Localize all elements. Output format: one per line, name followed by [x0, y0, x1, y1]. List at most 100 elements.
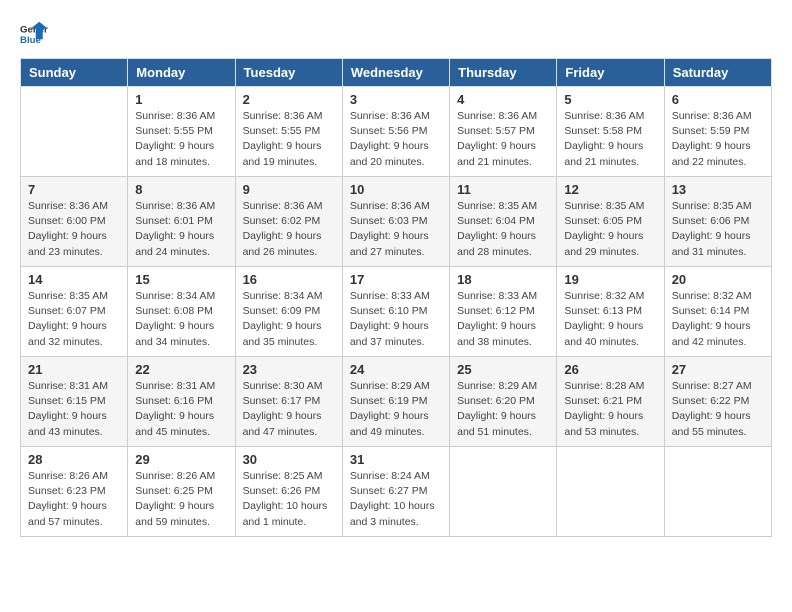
- day-info: Sunrise: 8:35 AM Sunset: 6:04 PM Dayligh…: [457, 199, 549, 260]
- day-number: 1: [135, 92, 227, 107]
- day-number: 17: [350, 272, 442, 287]
- calendar-cell: 17 Sunrise: 8:33 AM Sunset: 6:10 PM Dayli…: [342, 267, 449, 357]
- calendar-cell: 8 Sunrise: 8:36 AM Sunset: 6:01 PM Daylig…: [128, 177, 235, 267]
- calendar-cell: 6Sunrise: 8:36 AM Sunset: 5:59 PM Daylig…: [664, 87, 771, 177]
- day-number: 20: [672, 272, 764, 287]
- day-number: 8: [135, 182, 227, 197]
- day-info: Sunrise: 8:29 AM Sunset: 6:19 PM Dayligh…: [350, 379, 442, 440]
- calendar-header-row: SundayMondayTuesdayWednesdayThursdayFrid…: [21, 59, 772, 87]
- header-thursday: Thursday: [450, 59, 557, 87]
- calendar-week-5: 28 Sunrise: 8:26 AM Sunset: 6:23 PM Dayli…: [21, 447, 772, 537]
- day-number: 11: [457, 182, 549, 197]
- calendar-cell: 11 Sunrise: 8:35 AM Sunset: 6:04 PM Dayli…: [450, 177, 557, 267]
- day-number: 23: [243, 362, 335, 377]
- day-info: Sunrise: 8:35 AM Sunset: 6:07 PM Dayligh…: [28, 289, 120, 350]
- day-info: Sunrise: 8:29 AM Sunset: 6:20 PM Dayligh…: [457, 379, 549, 440]
- day-number: 21: [28, 362, 120, 377]
- day-info: Sunrise: 8:26 AM Sunset: 6:23 PM Dayligh…: [28, 469, 120, 530]
- day-info: Sunrise: 8:35 AM Sunset: 6:06 PM Dayligh…: [672, 199, 764, 260]
- calendar-cell: 16 Sunrise: 8:34 AM Sunset: 6:09 PM Dayli…: [235, 267, 342, 357]
- day-info: Sunrise: 8:24 AM Sunset: 6:27 PM Dayligh…: [350, 469, 442, 530]
- calendar-cell: 14 Sunrise: 8:35 AM Sunset: 6:07 PM Dayli…: [21, 267, 128, 357]
- day-info: Sunrise: 8:36 AM Sunset: 6:01 PM Dayligh…: [135, 199, 227, 260]
- calendar-week-2: 7 Sunrise: 8:36 AM Sunset: 6:00 PM Daylig…: [21, 177, 772, 267]
- day-info: Sunrise: 8:31 AM Sunset: 6:15 PM Dayligh…: [28, 379, 120, 440]
- logo: General Blue: [20, 20, 56, 48]
- day-info: Sunrise: 8:32 AM Sunset: 6:13 PM Dayligh…: [564, 289, 656, 350]
- day-info: Sunrise: 8:36 AM Sunset: 6:03 PM Dayligh…: [350, 199, 442, 260]
- day-info: Sunrise: 8:36 AM Sunset: 6:02 PM Dayligh…: [243, 199, 335, 260]
- day-number: 26: [564, 362, 656, 377]
- calendar-cell: [557, 447, 664, 537]
- day-number: 16: [243, 272, 335, 287]
- day-info: Sunrise: 8:36 AM Sunset: 6:00 PM Dayligh…: [28, 199, 120, 260]
- day-number: 7: [28, 182, 120, 197]
- day-info: Sunrise: 8:32 AM Sunset: 6:14 PM Dayligh…: [672, 289, 764, 350]
- calendar-cell: 19 Sunrise: 8:32 AM Sunset: 6:13 PM Dayli…: [557, 267, 664, 357]
- calendar-cell: 2Sunrise: 8:36 AM Sunset: 5:55 PM Daylig…: [235, 87, 342, 177]
- calendar-cell: 18Sunrise: 8:33 AM Sunset: 6:12 PM Dayli…: [450, 267, 557, 357]
- header-friday: Friday: [557, 59, 664, 87]
- day-number: 19: [564, 272, 656, 287]
- day-number: 15: [135, 272, 227, 287]
- calendar-table: SundayMondayTuesdayWednesdayThursdayFrid…: [20, 58, 772, 537]
- calendar-cell: 12 Sunrise: 8:35 AM Sunset: 6:05 PM Dayli…: [557, 177, 664, 267]
- calendar-cell: 29Sunrise: 8:26 AM Sunset: 6:25 PM Dayli…: [128, 447, 235, 537]
- day-number: 28: [28, 452, 120, 467]
- calendar-cell: 28 Sunrise: 8:26 AM Sunset: 6:23 PM Dayli…: [21, 447, 128, 537]
- calendar-cell: 27 Sunrise: 8:27 AM Sunset: 6:22 PM Dayli…: [664, 357, 771, 447]
- day-number: 30: [243, 452, 335, 467]
- calendar-cell: 23 Sunrise: 8:30 AM Sunset: 6:17 PM Dayli…: [235, 357, 342, 447]
- day-number: 9: [243, 182, 335, 197]
- day-info: Sunrise: 8:36 AM Sunset: 5:57 PM Dayligh…: [457, 109, 549, 170]
- header-monday: Monday: [128, 59, 235, 87]
- day-info: Sunrise: 8:33 AM Sunset: 6:10 PM Dayligh…: [350, 289, 442, 350]
- day-number: 3: [350, 92, 442, 107]
- header-wednesday: Wednesday: [342, 59, 449, 87]
- calendar-cell: [664, 447, 771, 537]
- day-info: Sunrise: 8:35 AM Sunset: 6:05 PM Dayligh…: [564, 199, 656, 260]
- calendar-cell: 20 Sunrise: 8:32 AM Sunset: 6:14 PM Dayli…: [664, 267, 771, 357]
- day-info: Sunrise: 8:36 AM Sunset: 5:55 PM Dayligh…: [135, 109, 227, 170]
- calendar-week-4: 21 Sunrise: 8:31 AM Sunset: 6:15 PM Dayli…: [21, 357, 772, 447]
- calendar-cell: 10Sunrise: 8:36 AM Sunset: 6:03 PM Dayli…: [342, 177, 449, 267]
- calendar-cell: 5Sunrise: 8:36 AM Sunset: 5:58 PM Daylig…: [557, 87, 664, 177]
- header-sunday: Sunday: [21, 59, 128, 87]
- calendar-cell: 4 Sunrise: 8:36 AM Sunset: 5:57 PM Daylig…: [450, 87, 557, 177]
- calendar-cell: 1 Sunrise: 8:36 AM Sunset: 5:55 PM Daylig…: [128, 87, 235, 177]
- day-info: Sunrise: 8:31 AM Sunset: 6:16 PM Dayligh…: [135, 379, 227, 440]
- day-info: Sunrise: 8:36 AM Sunset: 5:56 PM Dayligh…: [350, 109, 442, 170]
- calendar-cell: 9 Sunrise: 8:36 AM Sunset: 6:02 PM Daylig…: [235, 177, 342, 267]
- logo-icon: General Blue: [20, 20, 48, 48]
- calendar-cell: 21 Sunrise: 8:31 AM Sunset: 6:15 PM Dayli…: [21, 357, 128, 447]
- header-tuesday: Tuesday: [235, 59, 342, 87]
- day-number: 13: [672, 182, 764, 197]
- day-number: 29: [135, 452, 227, 467]
- day-info: Sunrise: 8:30 AM Sunset: 6:17 PM Dayligh…: [243, 379, 335, 440]
- day-number: 12: [564, 182, 656, 197]
- day-number: 25: [457, 362, 549, 377]
- day-info: Sunrise: 8:34 AM Sunset: 6:09 PM Dayligh…: [243, 289, 335, 350]
- calendar-cell: 15 Sunrise: 8:34 AM Sunset: 6:08 PM Dayli…: [128, 267, 235, 357]
- calendar-cell: 31Sunrise: 8:24 AM Sunset: 6:27 PM Dayli…: [342, 447, 449, 537]
- header-saturday: Saturday: [664, 59, 771, 87]
- day-number: 4: [457, 92, 549, 107]
- day-info: Sunrise: 8:33 AM Sunset: 6:12 PM Dayligh…: [457, 289, 549, 350]
- day-number: 27: [672, 362, 764, 377]
- calendar-cell: 7 Sunrise: 8:36 AM Sunset: 6:00 PM Daylig…: [21, 177, 128, 267]
- calendar-cell: [450, 447, 557, 537]
- calendar-cell: 25 Sunrise: 8:29 AM Sunset: 6:20 PM Dayli…: [450, 357, 557, 447]
- day-info: Sunrise: 8:28 AM Sunset: 6:21 PM Dayligh…: [564, 379, 656, 440]
- calendar-week-1: 1 Sunrise: 8:36 AM Sunset: 5:55 PM Daylig…: [21, 87, 772, 177]
- day-number: 5: [564, 92, 656, 107]
- day-number: 14: [28, 272, 120, 287]
- day-number: 24: [350, 362, 442, 377]
- day-info: Sunrise: 8:25 AM Sunset: 6:26 PM Dayligh…: [243, 469, 335, 530]
- calendar-cell: 30 Sunrise: 8:25 AM Sunset: 6:26 PM Dayli…: [235, 447, 342, 537]
- calendar-week-3: 14 Sunrise: 8:35 AM Sunset: 6:07 PM Dayli…: [21, 267, 772, 357]
- day-info: Sunrise: 8:34 AM Sunset: 6:08 PM Dayligh…: [135, 289, 227, 350]
- day-info: Sunrise: 8:27 AM Sunset: 6:22 PM Dayligh…: [672, 379, 764, 440]
- page-header: General Blue: [20, 20, 772, 48]
- calendar-cell: 13 Sunrise: 8:35 AM Sunset: 6:06 PM Dayli…: [664, 177, 771, 267]
- calendar-cell: 24 Sunrise: 8:29 AM Sunset: 6:19 PM Dayli…: [342, 357, 449, 447]
